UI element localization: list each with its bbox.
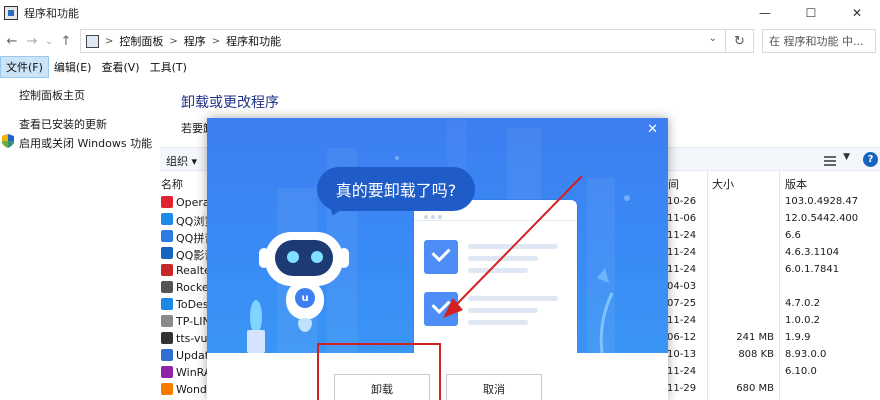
program-version: 4.7.0.2 — [785, 298, 820, 309]
program-version: 6.6 — [785, 230, 801, 241]
maximize-button[interactable]: ☐ — [788, 0, 834, 26]
program-version: 1.9.9 — [785, 332, 811, 343]
organize-button[interactable]: 组织 ▾ — [166, 153, 197, 169]
program-name: Opera — [176, 196, 210, 209]
program-install-date: 04-03 — [667, 281, 697, 292]
recent-locations-chevron-icon[interactable]: ⌄ — [42, 36, 56, 47]
program-install-date: 11-29 — [667, 383, 697, 394]
column-header-version[interactable]: 版本 — [785, 176, 807, 192]
column-header-name[interactable]: 名称 — [161, 176, 183, 192]
menu-edit[interactable]: 编辑(E) — [49, 57, 97, 77]
program-icon — [161, 349, 173, 361]
search-input[interactable]: 在 程序和功能 中... — [762, 29, 876, 53]
menu-tools[interactable]: 工具(T) — [145, 57, 192, 77]
installed-updates-link[interactable]: 查看已安装的更新 — [19, 116, 107, 132]
program-icon — [161, 264, 173, 276]
view-options-icon[interactable] — [824, 154, 836, 166]
cancel-button[interactable]: 取消 — [446, 374, 542, 400]
program-icon — [161, 315, 173, 327]
program-install-date: 11-24 — [667, 264, 697, 275]
control-panel-icon — [4, 6, 18, 20]
program-size: 241 MB — [736, 332, 774, 343]
breadcrumb-control-panel[interactable]: 控制面板 — [119, 33, 163, 49]
program-icon — [161, 383, 173, 395]
up-arrow-icon[interactable]: ↑ — [56, 34, 76, 49]
view-dropdown-icon[interactable]: ▼ — [843, 152, 850, 162]
program-install-date: 11-24 — [667, 230, 697, 241]
windows-features-link[interactable]: 启用或关闭 Windows 功能 — [19, 135, 152, 151]
program-version: 8.93.0.0 — [785, 349, 827, 360]
breadcrumb-separator: > — [169, 35, 178, 47]
column-header-size[interactable]: 大小 — [712, 176, 734, 192]
program-install-date: 11-24 — [667, 315, 697, 326]
title-bar: 程序和功能 — ☐ ✕ — [0, 0, 880, 26]
breadcrumb-separator: > — [211, 35, 221, 47]
back-arrow-icon[interactable]: ← — [2, 34, 22, 49]
window-title: 程序和功能 — [24, 7, 79, 20]
breadcrumb-separator: > — [105, 35, 114, 47]
program-install-date: 06-12 — [667, 332, 697, 343]
navigation-bar: ← → ⌄ ↑ > 控制面板 > 程序 > 程序和功能 ⌄ ↻ 在 程序和功能 … — [0, 26, 880, 56]
menu-bar: 文件(F) 编辑(E) 查看(V) 工具(T) — [0, 56, 880, 78]
menu-file[interactable]: 文件(F) — [0, 56, 49, 78]
control-panel-home-link[interactable]: 控制面板主页 — [19, 87, 85, 103]
program-version: 103.0.4928.47 — [785, 196, 859, 207]
page-title: 卸载或更改程序 — [181, 95, 279, 111]
window-controls: — ☐ ✕ — [742, 0, 880, 26]
forward-arrow-icon[interactable]: → — [22, 34, 42, 49]
program-version: 6.10.0 — [785, 366, 817, 377]
shield-icon — [2, 134, 14, 148]
program-version: 6.0.1.7841 — [785, 264, 840, 275]
program-install-date: 11-24 — [667, 247, 697, 258]
program-size: 808 KB — [738, 349, 774, 360]
program-icon — [161, 230, 173, 242]
program-install-date: 11-24 — [667, 366, 697, 377]
dialog-illustration: 真的要卸载了吗? u ✕ — [207, 118, 668, 353]
program-version: 4.6.3.1104 — [785, 247, 840, 258]
menu-view[interactable]: 查看(V) — [96, 57, 144, 77]
address-dropdown-icon[interactable]: ⌄ — [709, 33, 717, 44]
refresh-icon[interactable]: ↻ — [725, 30, 753, 52]
minimize-button[interactable]: — — [742, 0, 788, 26]
program-install-date: 07-25 — [667, 298, 697, 309]
program-icon — [161, 281, 173, 293]
program-icon — [161, 366, 173, 378]
program-version: 12.0.5442.400 — [785, 213, 859, 224]
red-highlight-annotation — [317, 343, 441, 400]
program-icon — [161, 332, 173, 344]
red-arrow-annotation — [443, 175, 583, 318]
control-panel-icon — [86, 34, 99, 48]
program-install-date: 11-06 — [667, 213, 697, 224]
program-size: 680 MB — [736, 383, 774, 394]
column-header-date[interactable]: 间 — [668, 176, 679, 192]
address-bar[interactable]: > 控制面板 > 程序 > 程序和功能 ⌄ ↻ — [80, 29, 754, 53]
program-icon — [161, 298, 173, 310]
close-window-button[interactable]: ✕ — [834, 0, 880, 26]
help-icon[interactable]: ? — [863, 152, 878, 167]
program-icon — [161, 247, 173, 259]
breadcrumb-programs-features[interactable]: 程序和功能 — [226, 33, 281, 49]
program-name: TP-LIN — [176, 315, 211, 328]
program-version: 1.0.0.2 — [785, 315, 820, 326]
program-icon — [161, 196, 173, 208]
program-install-date: 10-13 — [667, 349, 697, 360]
program-install-date: 10-26 — [667, 196, 697, 207]
program-icon — [161, 213, 173, 225]
breadcrumb-programs[interactable]: 程序 — [184, 33, 206, 49]
dialog-close-button[interactable]: ✕ — [647, 122, 658, 137]
